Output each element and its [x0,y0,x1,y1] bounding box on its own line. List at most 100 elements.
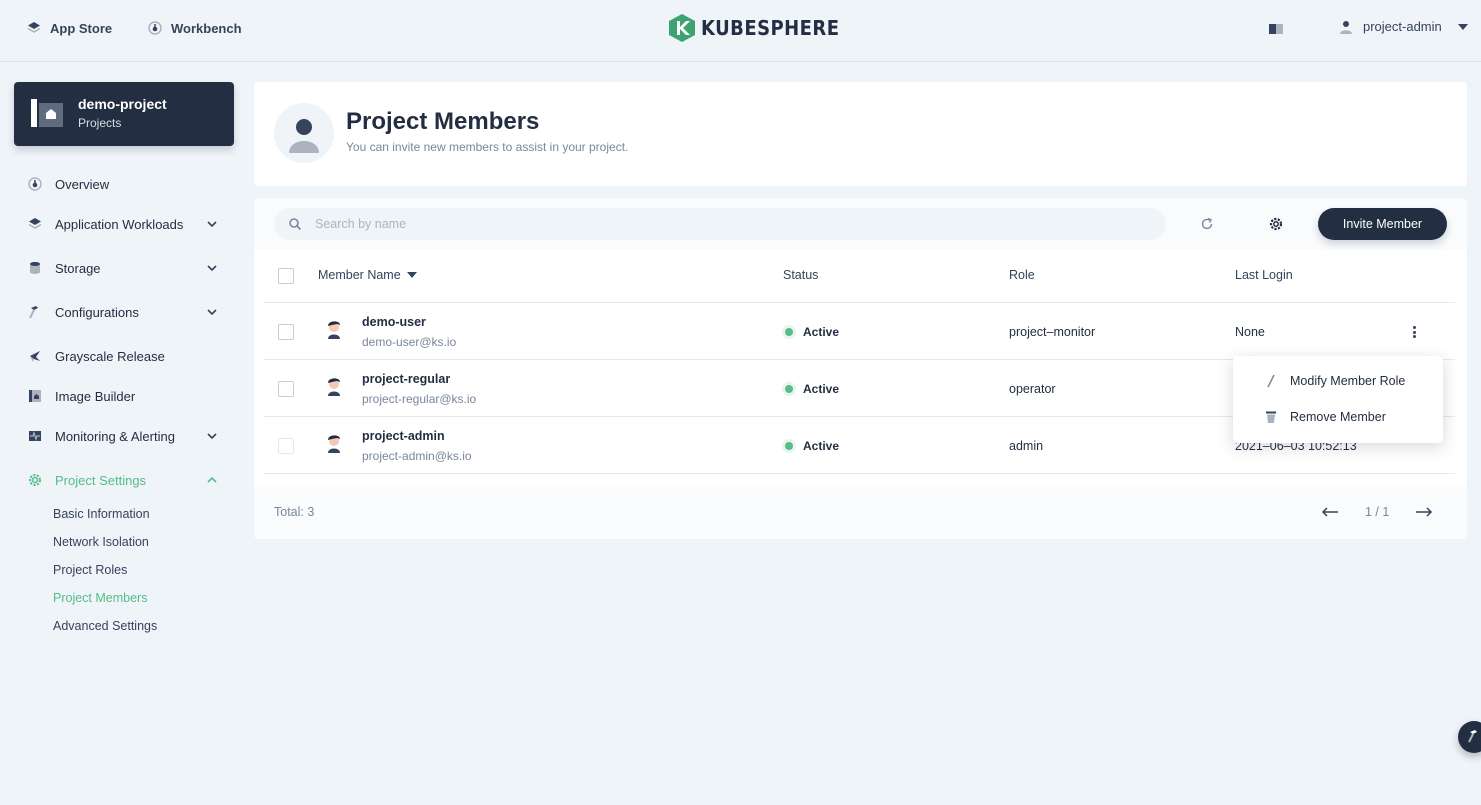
menu-item-label: Remove Member [1290,410,1386,424]
member-name[interactable]: demo-user [362,315,426,329]
kubesphere-logo[interactable]: KUBESPHERE [669,14,855,42]
row-checkbox [278,438,294,454]
sidebar-item-application-workloads[interactable]: Application Workloads [28,214,222,234]
sidebar-item-storage[interactable]: Storage [28,258,222,278]
arrow-right-icon[interactable] [1415,506,1433,518]
page-header: Project Members You can invite new membe… [254,82,1467,186]
search-box[interactable] [274,208,1166,240]
chevron-up-icon [207,476,217,483]
row-checkbox[interactable] [278,324,294,340]
select-all-checkbox[interactable] [278,268,294,284]
status-label: Active [803,439,840,453]
workbench-label: Workbench [171,20,242,36]
header-divider [264,302,1455,303]
dashboard-icon [28,177,42,191]
menu-item-label: Modify Member Role [1290,374,1406,388]
chevron-down-icon [207,309,217,316]
sidebar-sub-project-roles[interactable]: Project Roles [53,563,127,577]
user-avatar-icon [328,378,340,396]
sidebar-item-grayscale-release[interactable]: Grayscale Release [28,346,222,366]
chevron-down-icon [207,433,217,440]
toolbox-button[interactable] [1458,721,1481,753]
sidebar-item-configurations[interactable]: Configurations [28,302,222,322]
table-footer: Total: 3 1 / 1 [254,487,1467,539]
page-title: Project Members [346,108,540,135]
sidebar-sub-advanced-settings[interactable]: Advanced Settings [53,619,157,633]
sidebar-sub-basic-information[interactable]: Basic Information [53,507,150,521]
search-input[interactable] [315,217,1115,231]
member-email: project-regular@ks.io [362,392,477,406]
chevron-down-icon [207,265,217,272]
workbench-link[interactable]: Workbench [148,19,242,37]
user-avatar-icon [328,435,340,453]
status-dot [785,385,793,393]
more-actions-icon[interactable] [1408,324,1420,340]
documentation-icon[interactable] [1268,22,1284,36]
member-last-login: None [1235,325,1265,339]
members-avatar-icon [274,103,334,163]
invite-member-button[interactable]: Invite Member [1318,208,1447,240]
kubesphere-logo-icon [669,14,695,42]
app-store-link[interactable]: App Store [27,19,112,37]
column-header-status: Status [783,268,819,282]
project-selector[interactable]: demo-project Projects [14,82,234,146]
sidebar-item-monitoring-alerting[interactable]: Monitoring & Alerting [28,426,222,446]
status-label: Active [803,382,840,396]
database-icon [28,261,42,275]
sort-caret-down-icon [406,272,417,278]
row-actions-menu: Modify Member Role Remove Member [1233,356,1443,443]
remove-member-item[interactable]: Remove Member [1233,403,1443,431]
app-store-icon [27,21,41,35]
sidebar-item-label: Project Settings [55,472,147,488]
user-avatar-icon [328,321,340,339]
image-builder-icon [28,389,42,403]
status-badge: Active [785,325,839,339]
status-dot [785,442,793,450]
column-header-member-name[interactable]: Member Name [318,268,417,282]
gear-icon[interactable] [1269,217,1283,231]
total-count: Total: 3 [274,505,315,519]
user-name: project-admin [1363,19,1442,34]
hammer-icon [28,305,42,319]
refresh-icon[interactable] [1200,217,1214,231]
member-email: demo-user@ks.io [362,335,457,349]
page-description: You can invite new members to assist in … [346,140,629,154]
column-header-role: Role [1009,268,1035,282]
arrow-left-icon[interactable] [1321,506,1339,518]
member-name[interactable]: project-admin [362,429,445,443]
member-role: admin [1009,439,1044,453]
top-navigation: App Store Workbench KUBESPHERE project-a… [0,0,1481,62]
sidebar-item-overview[interactable]: Overview [28,174,222,194]
bird-icon [28,349,42,363]
logo-text: KUBESPHERE [701,16,840,40]
layers-icon [28,217,42,231]
sidebar-item-label: Grayscale Release [55,348,165,364]
hammer-icon [1468,730,1477,743]
column-header-last-login: Last Login [1235,268,1293,282]
app-store-label: App Store [50,20,113,36]
status-badge: Active [785,382,839,396]
project-type: Projects [78,116,122,130]
sidebar-item-label: Application Workloads [55,216,184,232]
search-icon [289,218,302,231]
sidebar-sub-project-members[interactable]: Project Members [53,591,147,605]
project-icon [31,99,63,127]
chevron-down-icon [207,221,217,228]
gear-icon [28,473,42,487]
member-name[interactable]: project-regular [362,372,450,386]
modify-member-role-item[interactable]: Modify Member Role [1233,367,1443,395]
sidebar-item-label: Storage [55,260,101,276]
status-dot [785,328,793,336]
column-header-label: Member Name [318,268,401,282]
sidebar-sub-network-isolation[interactable]: Network Isolation [53,535,149,549]
sidebar-item-image-builder[interactable]: Image Builder [28,386,222,406]
sidebar-item-project-settings[interactable]: Project Settings [28,470,222,490]
row-checkbox[interactable] [278,381,294,397]
trash-icon [1264,410,1278,424]
user-menu[interactable]: project-admin [1339,19,1468,34]
caret-down-icon [1457,23,1468,30]
table-toolbar: Invite Member [254,198,1467,250]
monitor-icon [28,429,42,443]
project-name: demo-project [78,96,167,112]
member-role: project–monitor [1009,325,1096,339]
